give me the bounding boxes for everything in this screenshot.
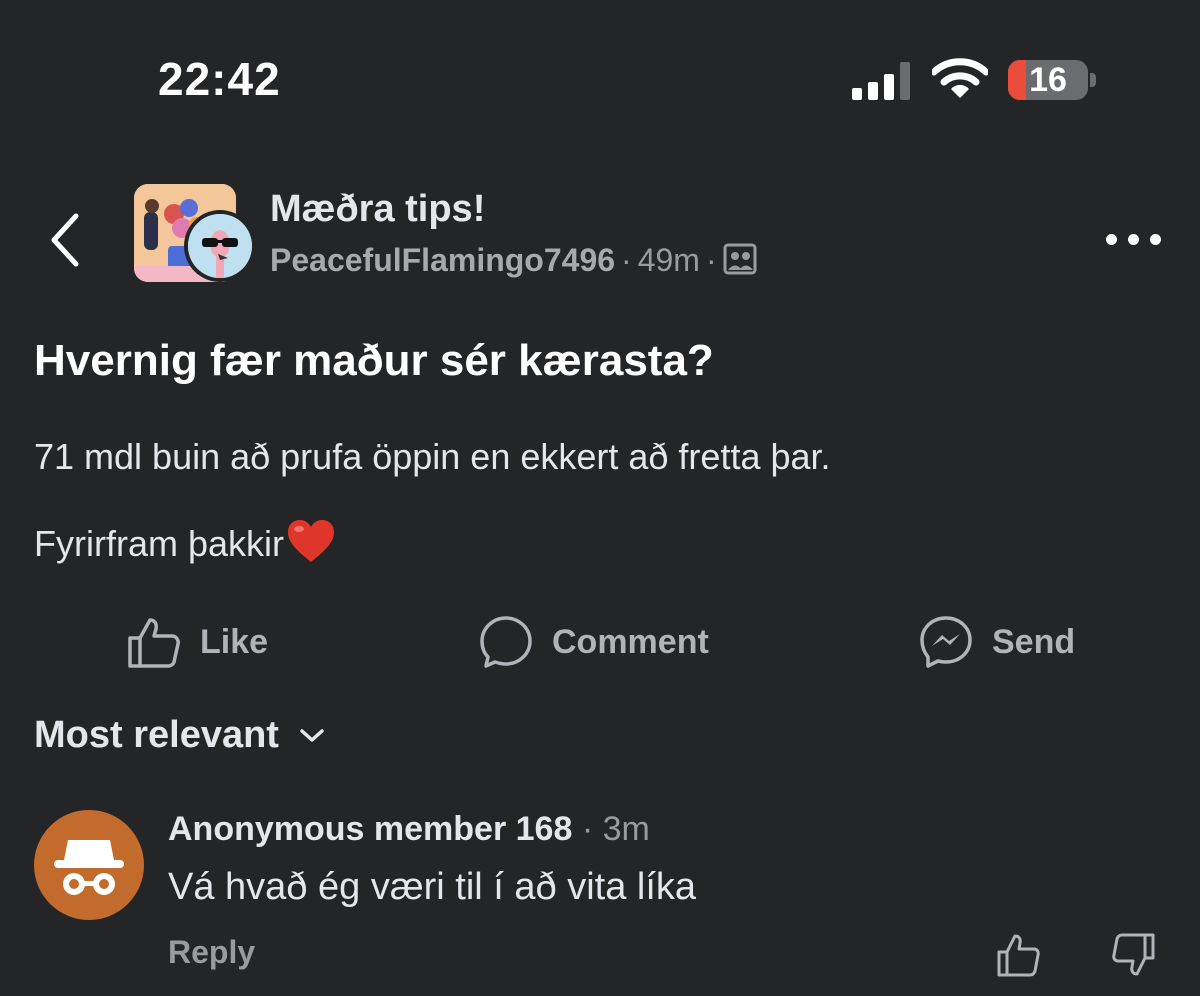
like-button[interactable]: Like bbox=[126, 612, 268, 672]
downvote-icon[interactable] bbox=[1110, 932, 1156, 978]
messenger-icon bbox=[920, 616, 972, 668]
group-icon bbox=[723, 243, 757, 283]
post-sign-off: Fyrirfram þakkir bbox=[34, 518, 336, 565]
comment-text: Vá hvað ég væri til í að vita líka bbox=[168, 866, 697, 908]
comment-author-line: Anonymous member 168 · 3m bbox=[168, 810, 650, 849]
more-options-icon[interactable] bbox=[1106, 230, 1162, 250]
comment-time: 3m bbox=[602, 810, 650, 848]
meta-separator: · bbox=[705, 242, 717, 278]
comment-bubble-icon bbox=[480, 616, 532, 668]
chevron-down-icon bbox=[300, 728, 324, 742]
comment-label: Comment bbox=[552, 622, 709, 661]
wifi-icon bbox=[932, 58, 988, 98]
comment-button[interactable]: Comment bbox=[478, 612, 709, 672]
back-chevron-icon[interactable] bbox=[44, 208, 88, 272]
author-avatar[interactable] bbox=[184, 210, 256, 282]
cellular-signal-icon bbox=[852, 62, 914, 100]
battery-level: 16 bbox=[1029, 61, 1067, 99]
post-meta: PeacefulFlamingo7496 · 49m · bbox=[270, 242, 757, 283]
post-author[interactable]: PeacefulFlamingo7496 bbox=[270, 242, 615, 278]
post-time: 49m bbox=[637, 242, 700, 278]
battery-icon: 16 bbox=[1008, 60, 1088, 100]
thumbs-up-icon bbox=[128, 618, 180, 668]
comment-author[interactable]: Anonymous member 168 bbox=[168, 810, 572, 848]
battery-tip bbox=[1090, 73, 1096, 87]
group-name[interactable]: Mæðra tips! bbox=[270, 188, 485, 231]
reply-button[interactable]: Reply bbox=[168, 934, 255, 971]
sort-label: Most relevant bbox=[34, 714, 279, 756]
anonymous-avatar[interactable] bbox=[34, 810, 144, 920]
post-body: 71 mdl buin að prufa öppin en ekkert að … bbox=[34, 436, 831, 477]
post-title: Hvernig fær maður sér kærasta? bbox=[34, 336, 714, 385]
upvote-icon[interactable] bbox=[996, 932, 1042, 978]
meta-separator: · bbox=[621, 242, 632, 278]
sign-off-text: Fyrirfram þakkir bbox=[34, 523, 284, 564]
status-time: 22:42 bbox=[158, 53, 281, 105]
anonymous-incognito-icon bbox=[54, 840, 124, 895]
comment-sort-dropdown[interactable]: Most relevant bbox=[34, 714, 325, 757]
like-label: Like bbox=[200, 622, 269, 661]
red-heart-icon bbox=[286, 518, 336, 564]
flamingo-avatar-icon bbox=[188, 214, 252, 278]
send-button[interactable]: Send bbox=[918, 612, 1075, 672]
send-label: Send bbox=[992, 622, 1076, 661]
comment-separator: · bbox=[581, 810, 594, 848]
